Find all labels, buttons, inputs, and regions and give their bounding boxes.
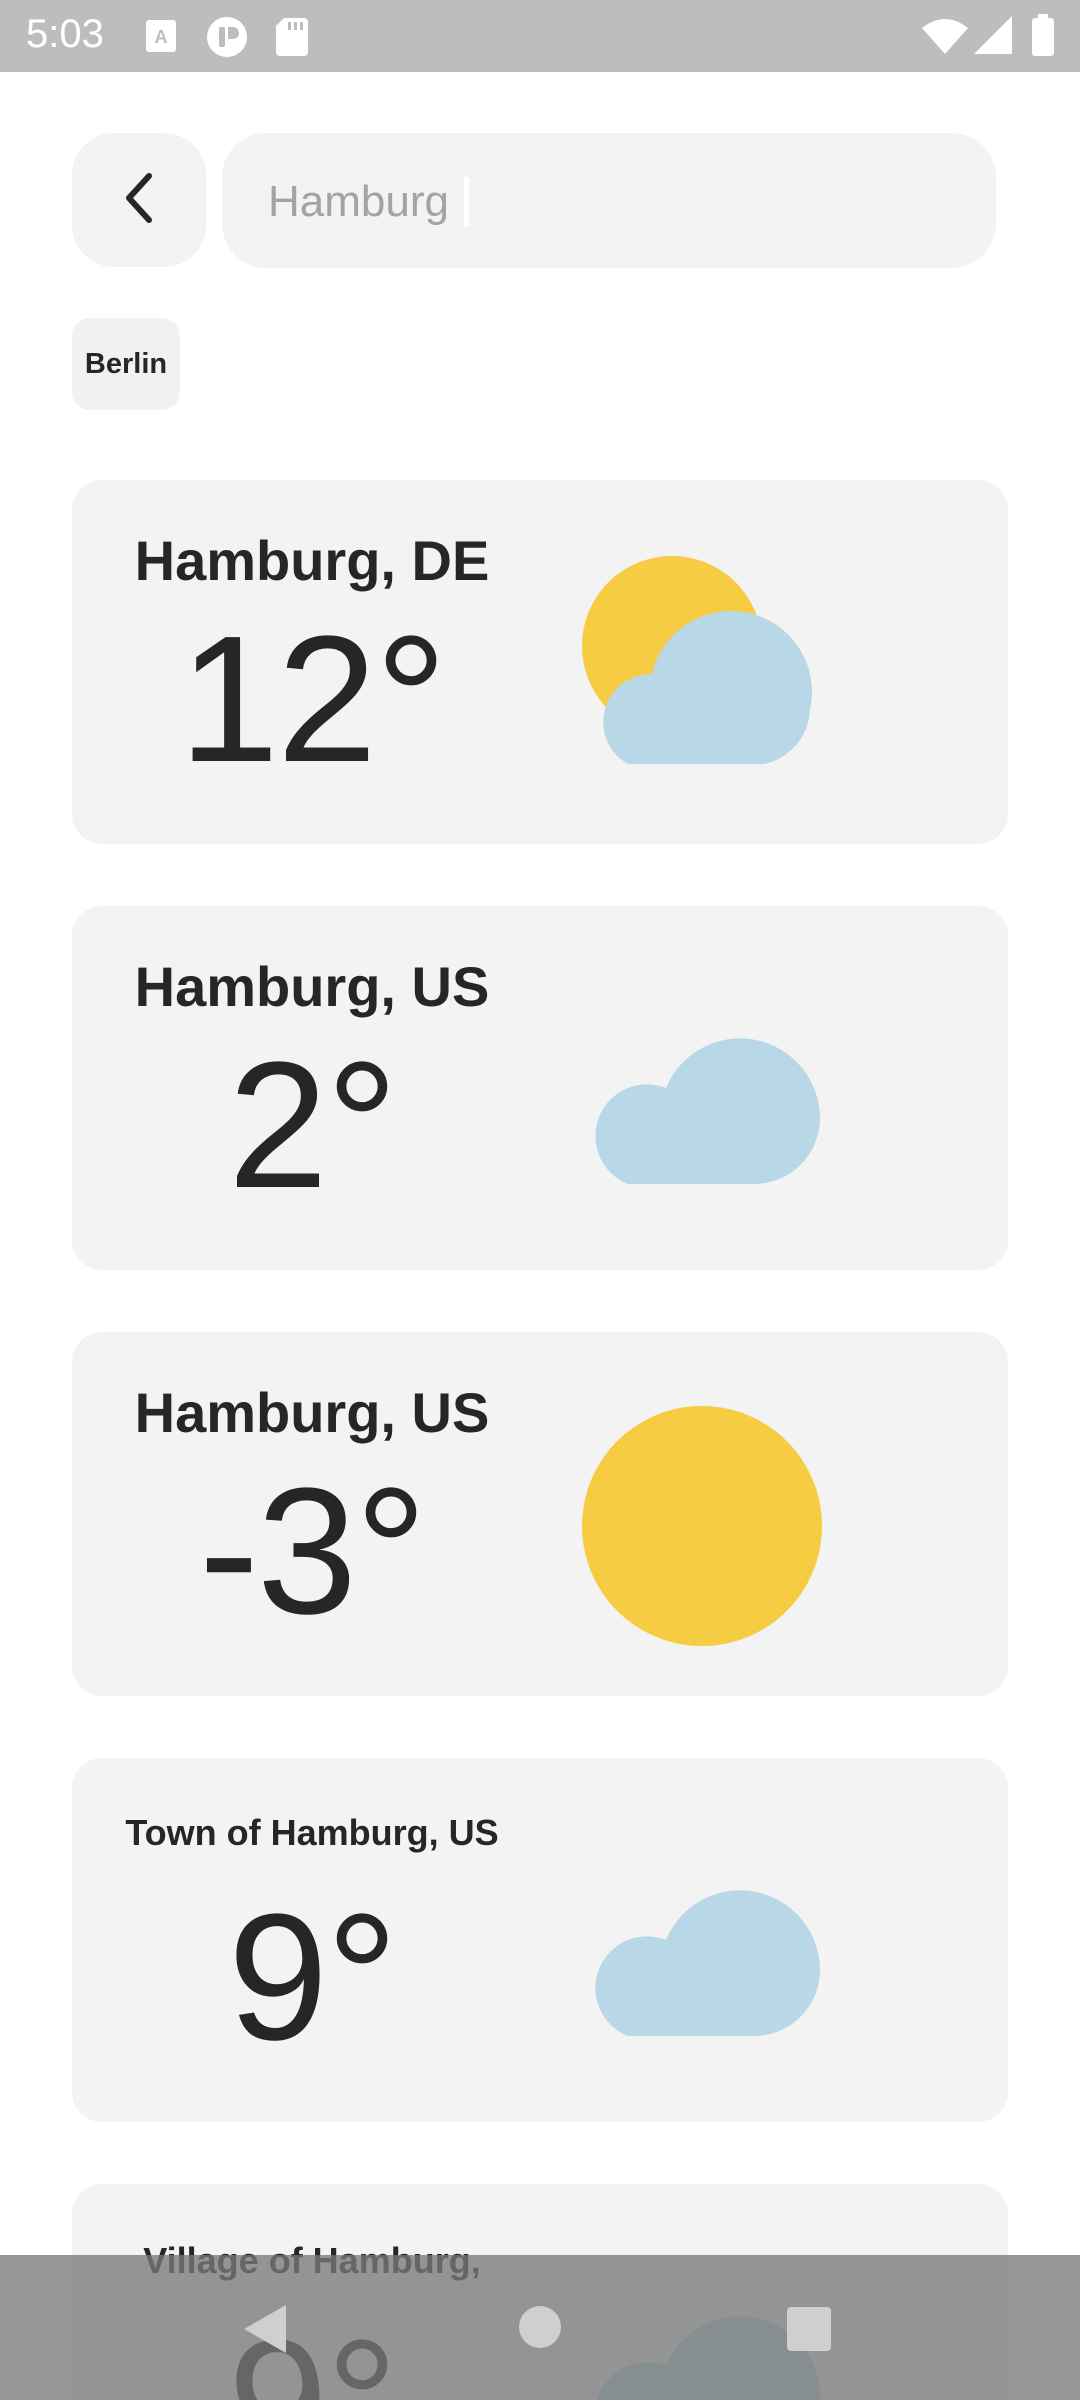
result-card-temperature: 9° [227,1877,398,2078]
sd-card-icon [276,18,308,56]
result-card-temperature: 2° [227,1025,398,1226]
back-button[interactable] [72,133,206,267]
result-card-title: Town of Hamburg, US [125,1812,499,1853]
recents-square-icon[interactable] [786,2306,832,2357]
result-card-title: Hamburg, DE [134,529,490,592]
result-card[interactable]: Town of Hamburg, US 9° [72,1758,1008,2122]
home-circle-icon[interactable] [518,2305,562,2354]
result-card-title: Hamburg, US [134,955,490,1018]
back-triangle-icon[interactable] [240,2303,288,2360]
cloud-icon [580,978,824,1222]
partly-cloudy-icon [580,552,824,796]
recent-search-chip-berlin[interactable]: Berlin [72,318,180,410]
result-card-temperature: 12° [178,599,447,800]
result-card-temperature: -3° [198,1451,427,1652]
battery-icon [1032,14,1054,56]
status-time: 5:03 [26,12,104,56]
result-card[interactable]: Hamburg, US -3° [72,1332,1008,1696]
svg-text:A: A [155,27,168,47]
font-download-icon: A [146,20,176,52]
wifi-icon [922,18,968,54]
cloud-icon [580,1830,824,2074]
sun-icon [580,1404,824,1648]
result-card[interactable]: Hamburg, DE 12° [72,480,1008,844]
signal-icon [974,16,1012,54]
app-icon [206,16,248,58]
text-caret [464,177,469,227]
search-input-value: Hamburg [268,177,449,226]
result-card[interactable]: Hamburg, US 2° [72,906,1008,1270]
system-navigation-bar [0,2255,1080,2400]
result-card-title: Hamburg, US [134,1381,490,1444]
chevron-left-icon [119,170,159,231]
status-bar: 5:03 A [0,0,1080,72]
search-input[interactable]: Hamburg [222,133,996,268]
